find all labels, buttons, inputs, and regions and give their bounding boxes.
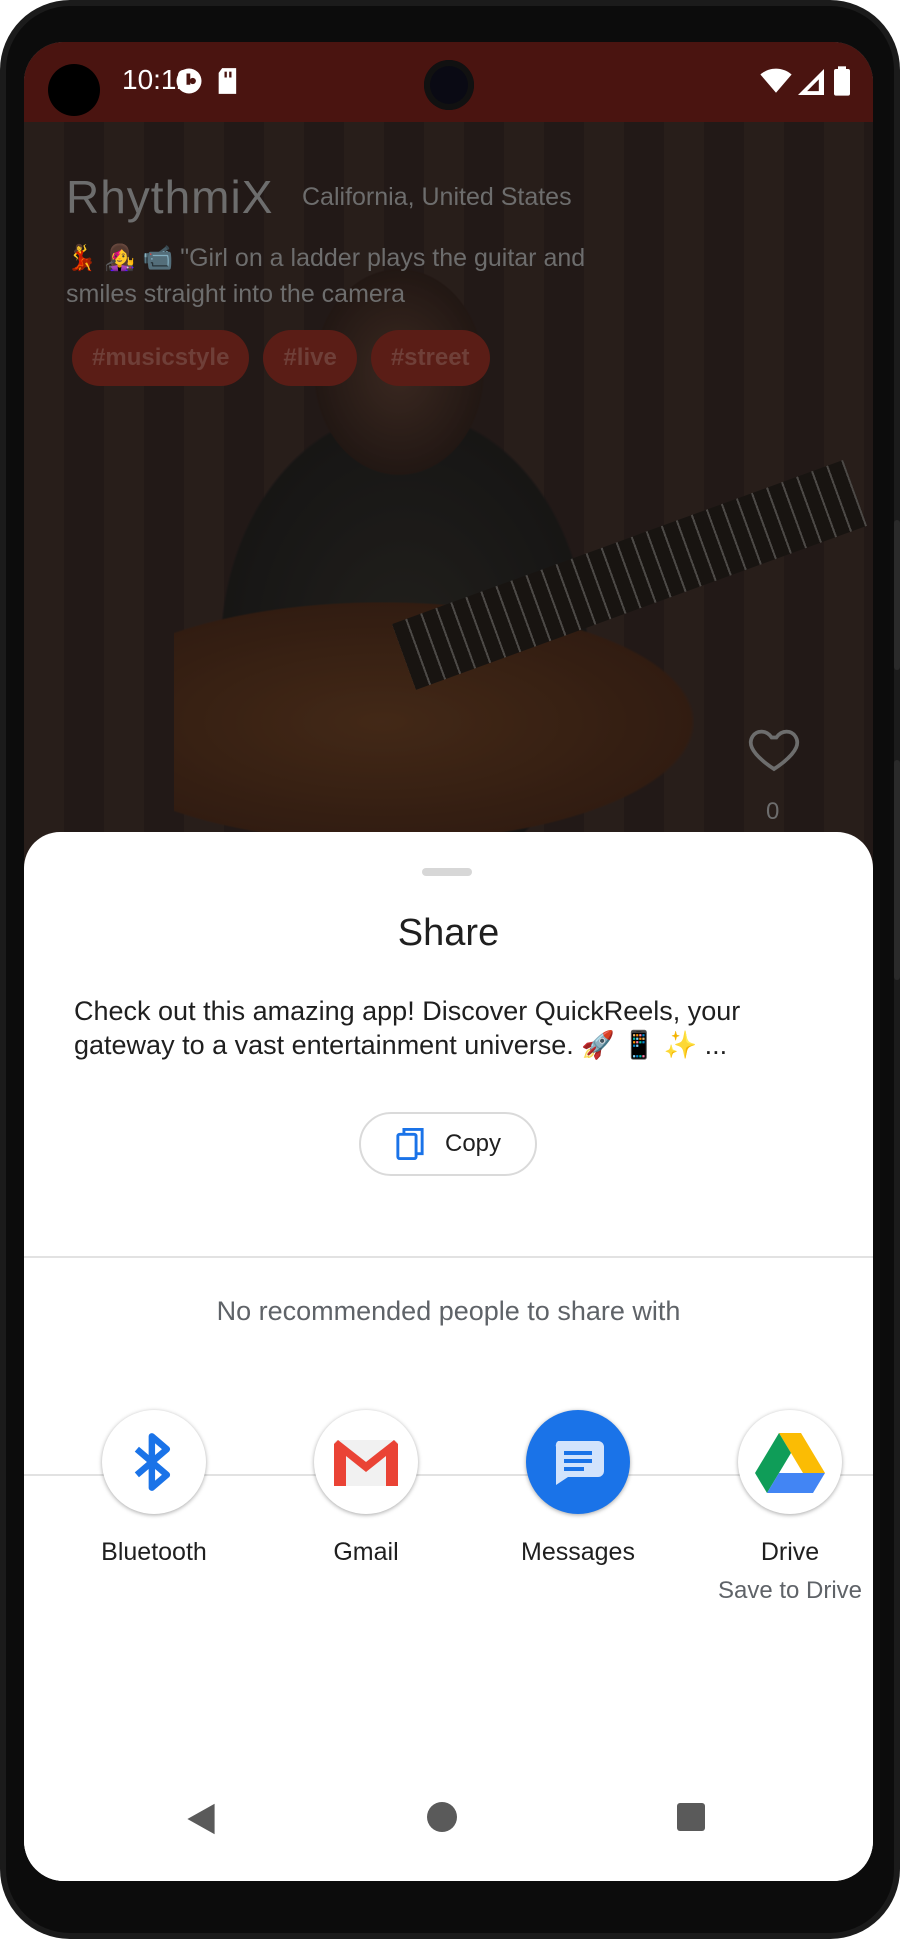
share-preview-text: Check out this amazing app! Discover Qui…	[74, 996, 741, 1060]
heart-icon[interactable]	[746, 720, 802, 776]
device-frame: RhythmiX California, United States 💃 👩‍🎤…	[0, 0, 900, 1939]
reel-caption: 💃 👩‍🎤 📹 "Girl on a ladder plays the guit…	[66, 244, 586, 308]
front-camera-cutout	[48, 64, 100, 116]
share-target-sublabel: Save to Drive	[717, 1577, 863, 1604]
sheet-title: Share	[397, 912, 500, 954]
battery-icon	[834, 66, 850, 96]
sheet-drag-handle[interactable]	[422, 868, 472, 876]
drive-icon	[738, 1410, 842, 1514]
share-target-label: Bluetooth	[101, 1538, 207, 1566]
share-target-messages[interactable]: Messages	[478, 1410, 678, 1567]
bluetooth-icon	[102, 1410, 206, 1514]
wifi-icon	[760, 68, 792, 93]
share-target-label: Gmail	[333, 1538, 399, 1566]
reel-video[interactable]: RhythmiX California, United States 💃 👩‍🎤…	[24, 42, 873, 882]
share-target-label: Drive	[760, 1538, 820, 1566]
copy-icon	[396, 1127, 424, 1161]
messages-icon	[526, 1410, 630, 1514]
tag-chip[interactable]: #musicstyle	[72, 330, 250, 386]
volume-button	[894, 760, 900, 980]
copy-label: Copy	[444, 1130, 502, 1157]
signal-icon	[798, 69, 824, 95]
copy-button[interactable]: Copy	[359, 1112, 537, 1176]
share-target-gmail[interactable]: Gmail	[266, 1410, 466, 1567]
like-count: 0	[766, 798, 780, 825]
share-sheet: Share Check out this amazing app! Discov…	[24, 832, 873, 1881]
sd-card-icon	[218, 68, 237, 94]
status-bar: 10:12	[24, 42, 873, 122]
tag-chip[interactable]: #live	[263, 330, 357, 386]
share-target-bluetooth[interactable]: Bluetooth	[54, 1410, 254, 1567]
tag-chip[interactable]: #street	[370, 330, 490, 386]
data-saver-icon	[176, 68, 202, 94]
share-target-label: Messages	[521, 1538, 635, 1566]
share-target-drive[interactable]: Drive Save to Drive	[690, 1410, 873, 1605]
navigation-bar	[24, 1782, 873, 1862]
back-icon[interactable]	[184, 1802, 218, 1836]
home-icon[interactable]	[427, 1802, 457, 1832]
no-recommendations-text: No recommended people to share with	[216, 1296, 681, 1326]
power-button	[894, 520, 900, 670]
divider	[24, 1256, 873, 1258]
app-title: RhythmiX	[66, 171, 274, 223]
center-camera	[424, 60, 474, 110]
gmail-icon	[314, 1410, 418, 1514]
tag-list: #musicstyle #live #street	[72, 330, 490, 386]
screen: RhythmiX California, United States 💃 👩‍🎤…	[24, 42, 873, 1881]
reel-location: California, United States	[302, 183, 572, 211]
recents-icon[interactable]	[677, 1803, 705, 1831]
